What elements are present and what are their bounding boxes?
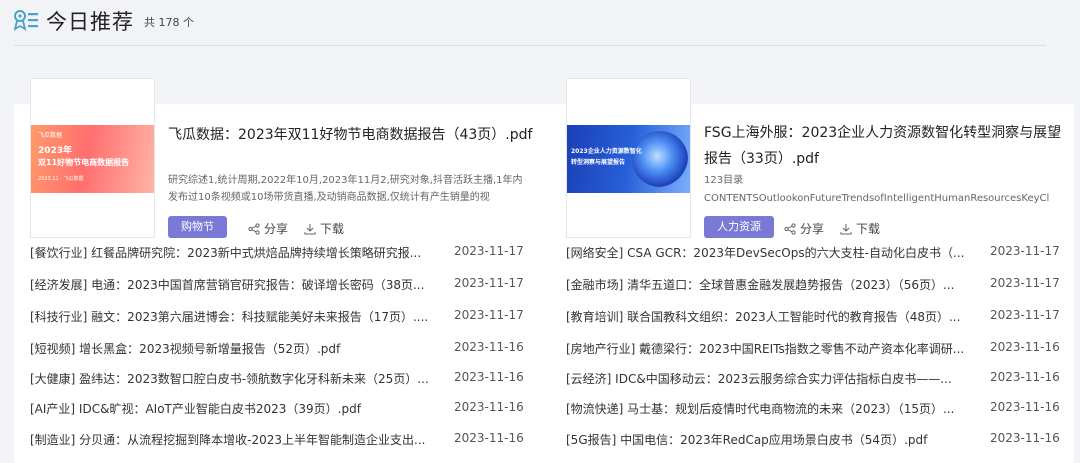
list-item-title[interactable]: [金融市场] 清华五道口：全球普惠金融发展趋势报告（2023）（56页）... (566, 276, 966, 293)
list-item-date: 2023-11-16 (454, 431, 524, 445)
list-item-title[interactable]: [网络安全] CSA GCR：2023年DevSecOps的六大支柱-自动化白皮… (566, 244, 966, 261)
list-item-title[interactable]: [短视频] 增长黑盒：2023视频号新增量报告（52页）.pdf (30, 340, 430, 357)
list-item-title[interactable]: [大健康] 盈纬达：2023数智口腔白皮书-领航数字化牙科新未来（25页）... (30, 370, 430, 387)
header-divider (14, 45, 1046, 46)
list-item-title[interactable]: [科技行业] 融文：2023第六届进博会：科技赋能美好未来报告（17页）.... (30, 308, 430, 325)
left-column: 飞瓜数据 2023年 双11好物节电商数据报告 2023.11 · 飞瓜数据 飞… (14, 78, 544, 463)
cover-title-line1: 2023企业人力资源数智化 (571, 148, 642, 155)
list-item[interactable]: [AI产业] IDC&旷视：AIoT产业智能白皮书2023（39页）.pdf 20… (30, 400, 550, 420)
section-title: 今日推荐 (46, 10, 134, 34)
cover-title-line1: 2023年 (38, 146, 73, 156)
list-item[interactable]: [云经济] IDC&中国移动云：2023云服务综合实力评估指标白皮书——... 2… (566, 370, 1080, 390)
featured-title-1[interactable]: 飞瓜数据：2023年双11好物节电商数据报告（43页）.pdf (168, 122, 538, 148)
cover-subtitle: 2023.11 · 飞瓜数据 (38, 176, 84, 182)
share-button[interactable]: 分享 (784, 220, 824, 237)
cover-image: 飞瓜数据 2023年 双11好物节电商数据报告 2023.11 · 飞瓜数据 (31, 125, 154, 193)
list-item[interactable]: [教育培训] 联合国教科文组织：2023人工智能时代的教育报告（48页）... 2… (566, 308, 1080, 328)
list-item-title[interactable]: [5G报告] 中国电信：2023年RedCap应用场景白皮书（54页）.pdf (566, 431, 966, 448)
list-item[interactable]: [科技行业] 融文：2023第六届进博会：科技赋能美好未来报告（17页）....… (30, 308, 550, 328)
download-label: 下载 (320, 222, 345, 236)
share-icon (784, 222, 796, 235)
share-label: 分享 (264, 222, 289, 236)
share-icon (248, 222, 260, 235)
list-item-title[interactable]: [AI产业] IDC&旷视：AIoT产业智能白皮书2023（39页）.pdf (30, 400, 430, 417)
cover-title-line2: 转型洞察与展望报告 (571, 159, 626, 166)
list-item[interactable]: [金融市场] 清华五道口：全球普惠金融发展趋势报告（2023）（56页）... 2… (566, 276, 1080, 296)
tag-button[interactable]: 人力资源 (704, 216, 774, 238)
list-item-date: 2023-11-17 (990, 308, 1060, 322)
list-item-title[interactable]: [经济发展] 电通：2023中国首席营销官研究报告：破译增长密码（38页... (30, 276, 430, 293)
right-column: 2023企业人力资源数智化 转型洞察与展望报告 FSG上海外服：2023企业人力… (550, 78, 1080, 463)
list-item[interactable]: [制造业] 分贝通：从流程挖掘到降本增收-2023上半年智能制造企业支出... 2… (30, 431, 550, 451)
list-item-date: 2023-11-16 (990, 340, 1060, 354)
list-item-date: 2023-11-17 (454, 276, 524, 290)
list-item[interactable]: [餐饮行业] 红餐品牌研究院：2023新中式烘焙品牌持续增长策略研究报... 20… (30, 244, 550, 264)
list-item-date: 2023-11-16 (454, 370, 524, 384)
download-button[interactable]: 下载 (304, 220, 344, 237)
list-item-title[interactable]: [物流快递] 马士基：规划后疫情时代电商物流的未来（2023）（15页）... (566, 400, 966, 417)
list-item-date: 2023-11-16 (454, 340, 524, 354)
list-item-title[interactable]: [餐饮行业] 红餐品牌研究院：2023新中式烘焙品牌持续增长策略研究报... (30, 244, 430, 261)
featured-desc-2a: 123目录 (704, 175, 744, 186)
cover-image: 2023企业人力资源数智化 转型洞察与展望报告 (567, 125, 690, 193)
list-item-title[interactable]: [云经济] IDC&中国移动云：2023云服务综合实力评估指标白皮书——... (566, 370, 966, 387)
list-item-title[interactable]: [房地产行业] 戴德梁行：2023中国REITs指数之零售不动产资本化率调研..… (566, 340, 966, 357)
download-button[interactable]: 下载 (840, 220, 880, 237)
featured-desc-2b: CONTENTSOutlookonFutureTrendsofIntellige… (704, 193, 1050, 204)
featured-cover-2[interactable]: 2023企业人力资源数智化 转型洞察与展望报告 (566, 78, 691, 238)
list-item-date: 2023-11-16 (990, 370, 1060, 384)
list-item[interactable]: [5G报告] 中国电信：2023年RedCap应用场景白皮书（54页）.pdf 2… (566, 431, 1080, 451)
list-item[interactable]: [网络安全] CSA GCR：2023年DevSecOps的六大支柱-自动化白皮… (566, 244, 1080, 264)
list-item[interactable]: [大健康] 盈纬达：2023数智口腔白皮书-领航数字化牙科新未来（25页）...… (30, 370, 550, 390)
download-label: 下载 (856, 222, 881, 236)
list-item-date: 2023-11-16 (990, 400, 1060, 414)
share-button[interactable]: 分享 (248, 220, 288, 237)
list-item[interactable]: [物流快递] 马士基：规划后疫情时代电商物流的未来（2023）（15页）... 2… (566, 400, 1080, 420)
download-icon (304, 223, 316, 234)
item-count: 共 178 个 (144, 16, 194, 29)
section-header: 今日推荐 共 178 个 (0, 0, 1080, 46)
tag-button[interactable]: 购物节 (168, 216, 227, 238)
list-item-date: 2023-11-17 (990, 276, 1060, 290)
cover-title-line2: 双11好物节电商数据报告 (38, 158, 130, 167)
list-item-date: 2023-11-16 (454, 400, 524, 414)
recommend-panel: 飞瓜数据 2023年 双11好物节电商数据报告 2023.11 · 飞瓜数据 飞… (14, 78, 1074, 463)
list-item-date: 2023-11-17 (990, 244, 1060, 258)
cover-ai-graphic (632, 131, 688, 187)
featured-title-2[interactable]: FSG上海外服：2023企业人力资源数智化转型洞察与展望报告（33页）.pdf (704, 120, 1064, 172)
list-item-date: 2023-11-16 (990, 431, 1060, 445)
list-item[interactable]: [经济发展] 电通：2023中国首席营销官研究报告：破译增长密码（38页... 2… (30, 276, 550, 296)
recommend-list-icon (14, 10, 38, 31)
download-icon (840, 223, 852, 234)
cover-brand: 飞瓜数据 (38, 132, 63, 139)
featured-desc-1: 研究综述1,统计周期,2022年10月,2023年11月2,研究对象,抖音活跃主… (168, 175, 523, 203)
list-item-title[interactable]: [制造业] 分贝通：从流程挖掘到降本增收-2023上半年智能制造企业支出... (30, 431, 430, 448)
list-item-title[interactable]: [教育培训] 联合国教科文组织：2023人工智能时代的教育报告（48页）... (566, 308, 966, 325)
list-item-date: 2023-11-17 (454, 244, 524, 258)
featured-cover-1[interactable]: 飞瓜数据 2023年 双11好物节电商数据报告 2023.11 · 飞瓜数据 (30, 78, 155, 238)
list-item[interactable]: [房地产行业] 戴德梁行：2023中国REITs指数之零售不动产资本化率调研..… (566, 340, 1080, 360)
list-item-date: 2023-11-17 (454, 308, 524, 322)
list-item[interactable]: [短视频] 增长黑盒：2023视频号新增量报告（52页）.pdf 2023-11-… (30, 340, 550, 360)
share-label: 分享 (800, 222, 825, 236)
